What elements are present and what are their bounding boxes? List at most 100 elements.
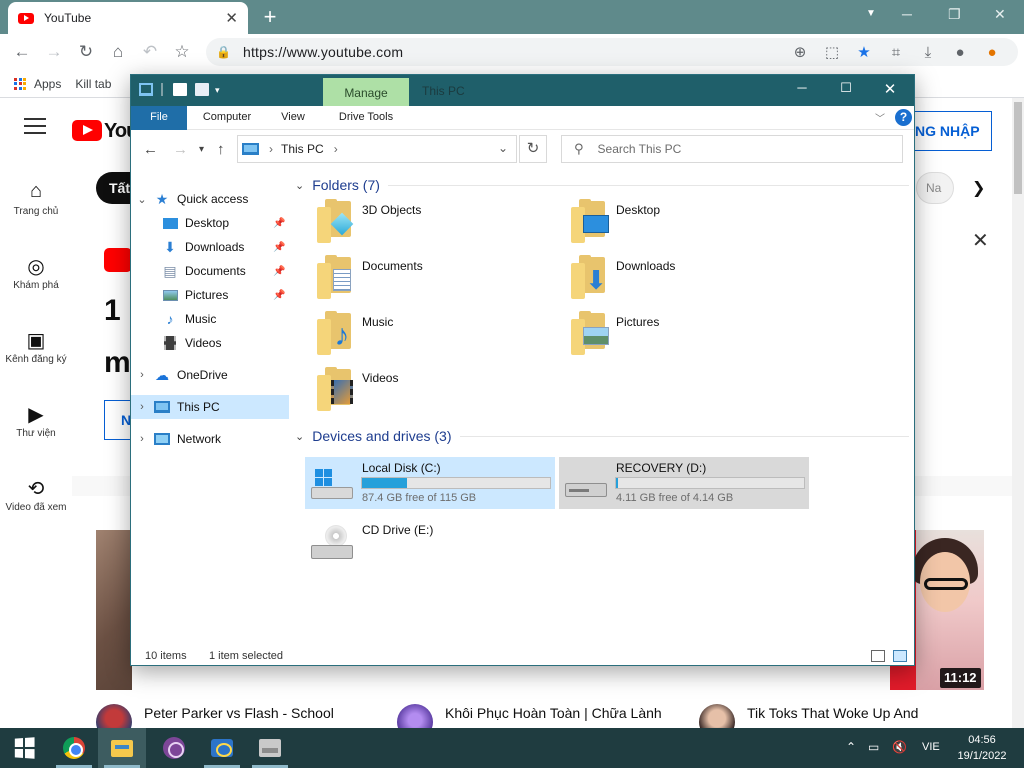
update-alert-icon[interactable]: ● — [976, 44, 1008, 61]
drive-e[interactable]: CD Drive (E:) — [305, 519, 555, 571]
apps-grid-icon[interactable] — [14, 77, 26, 90]
ribbon-tab-drive-tools[interactable]: Drive Tools — [323, 106, 409, 130]
nav-downloads[interactable]: ⬇ Downloads 📌 — [131, 235, 289, 259]
explorer-minimize-icon[interactable]: ─ — [779, 80, 825, 95]
folder-pictures[interactable]: Pictures — [559, 311, 799, 361]
page-scrollbar[interactable] — [1012, 98, 1024, 728]
show-hidden-icons-icon[interactable]: ⌃ — [846, 740, 856, 754]
pin-icon[interactable]: 📌 — [273, 242, 285, 253]
lock-icon[interactable]: 🔒 — [216, 45, 231, 59]
collapse-chevron-icon[interactable]: ⌄ — [295, 179, 304, 192]
nav-subscriptions[interactable]: ▣ Kênh đăng ký — [0, 328, 72, 365]
up-icon[interactable]: ↑ — [217, 141, 225, 158]
folder-3d-objects[interactable]: 3D Objects — [305, 199, 545, 249]
promo-close-icon[interactable]: ✕ — [972, 228, 989, 253]
back-icon[interactable]: ← — [6, 36, 38, 68]
folder-desktop[interactable]: Desktop — [559, 199, 799, 249]
tab-youtube[interactable]: YouTube ✕ — [8, 2, 248, 34]
refresh-icon[interactable]: ↻ — [519, 135, 547, 163]
nav-library[interactable]: ▶ Thư viện — [0, 402, 72, 439]
home-icon[interactable]: ⌂ — [102, 36, 134, 68]
scrollbar-thumb[interactable] — [1014, 102, 1022, 194]
clock[interactable]: 04:56 19/1/2022 — [952, 732, 1012, 764]
ribbon-tab-view[interactable]: View — [271, 106, 315, 130]
youtube-logo-icon[interactable] — [72, 120, 102, 141]
nav-this-pc[interactable]: › This PC — [131, 395, 289, 419]
hamburger-menu-icon[interactable] — [24, 118, 46, 139]
explorer-close-icon[interactable]: ✕ — [867, 80, 913, 98]
minimize-icon[interactable]: ─ — [902, 6, 912, 22]
search-input[interactable]: ⚲ Search This PC — [561, 135, 903, 163]
video-thumbnail-1[interactable] — [96, 530, 132, 690]
signin-button[interactable]: NG NHẬP — [908, 111, 992, 151]
ribbon-tab-computer[interactable]: Computer — [195, 106, 259, 130]
pin-icon[interactable]: 📌 — [273, 290, 285, 301]
folder-music[interactable]: ♪ Music — [305, 311, 545, 361]
video-title-1[interactable]: Peter Parker vs Flash - School — [144, 704, 334, 722]
group-folders-header[interactable]: ⌄ Folders (7) — [295, 177, 909, 193]
group-devices-header[interactable]: ⌄ Devices and drives (3) — [295, 428, 909, 444]
restore-icon[interactable]: ❐ — [948, 6, 961, 23]
customize-quick-access-icon[interactable]: ▾ — [215, 85, 229, 98]
start-button[interactable] — [0, 728, 48, 768]
undo-icon[interactable]: ↶ — [134, 36, 166, 68]
address-bar[interactable]: › This PC › ⌄ — [237, 135, 517, 163]
bookmark-star-icon[interactable]: ☆ — [166, 36, 198, 68]
channel-avatar[interactable] — [96, 704, 132, 728]
channel-avatar[interactable] — [699, 704, 735, 728]
chevron-right-icon[interactable]: ❯ — [972, 178, 985, 198]
tab-search-icon[interactable]: ▼ — [866, 8, 876, 19]
expand-chevron-icon[interactable]: › — [131, 401, 153, 413]
nav-explore[interactable]: ◎ Khám phá — [0, 254, 72, 291]
large-icons-view-icon[interactable] — [893, 650, 907, 662]
network-icon[interactable]: ▭ — [868, 740, 879, 754]
breadcrumb-arrow[interactable]: › — [269, 142, 273, 156]
back-icon[interactable]: ← — [143, 141, 158, 158]
crop-icon[interactable]: ⌗ — [880, 44, 912, 61]
taskbar-device-app[interactable] — [246, 728, 294, 768]
expand-chevron-icon[interactable]: › — [131, 433, 153, 445]
add-icon[interactable]: ⊕ — [784, 43, 816, 61]
pin-icon[interactable]: 📌 — [273, 266, 285, 277]
folder-videos[interactable]: Videos — [305, 367, 545, 417]
nav-network[interactable]: › Network — [131, 427, 289, 451]
recent-locations-icon[interactable]: ▾ — [199, 144, 204, 155]
download-icon[interactable]: ⤓ — [912, 44, 944, 61]
new-folder-icon[interactable] — [195, 83, 209, 96]
folder-documents[interactable]: Documents — [305, 255, 545, 305]
taskbar-chrome[interactable] — [50, 728, 98, 768]
video-title-3[interactable]: Tik Toks That Woke Up And — [747, 704, 918, 722]
profile-icon[interactable]: ● — [944, 44, 976, 61]
ribbon-tab-manage[interactable]: Manage — [323, 78, 409, 106]
nav-pictures[interactable]: Pictures 📌 — [131, 283, 289, 307]
url-text[interactable]: https://www.youtube.com — [243, 44, 784, 60]
translate-icon[interactable]: ⬚ — [816, 43, 848, 61]
channel-avatar[interactable] — [397, 704, 433, 728]
nav-history[interactable]: ⟲ Video đã xem — [0, 476, 72, 513]
new-tab-button[interactable]: + — [258, 4, 282, 30]
nav-documents[interactable]: ▤ Documents 📌 — [131, 259, 289, 283]
bookmark-kill-tab[interactable]: Kill tab — [75, 77, 111, 91]
nav-music[interactable]: ♪ Music — [131, 307, 289, 331]
pin-icon[interactable]: 📌 — [273, 218, 285, 229]
bookmarked-star-icon[interactable]: ★ — [848, 43, 880, 61]
nav-videos[interactable]: Videos — [131, 331, 289, 355]
breadcrumb-this-pc[interactable]: This PC — [281, 142, 324, 156]
volume-muted-icon[interactable]: 🔇 — [892, 740, 907, 754]
nav-desktop[interactable]: Desktop 📌 — [131, 211, 289, 235]
properties-icon[interactable] — [173, 83, 187, 96]
bookmark-apps[interactable]: Apps — [34, 77, 61, 91]
drive-c[interactable]: Local Disk (C:) 87.4 GB free of 115 GB — [305, 457, 555, 509]
explorer-maximize-icon[interactable]: ☐ — [823, 80, 869, 96]
drive-d[interactable]: RECOVERY (D:) 4.11 GB free of 4.14 GB — [559, 457, 809, 509]
nav-home[interactable]: ⌂ Trang chủ — [0, 180, 72, 217]
folder-downloads[interactable]: ⬇ Downloads — [559, 255, 799, 305]
collapse-chevron-icon[interactable]: ⌄ — [295, 430, 304, 443]
details-view-icon[interactable] — [871, 650, 885, 662]
taskbar-file-explorer[interactable] — [98, 728, 146, 768]
expand-ribbon-icon[interactable]: ﹀ — [875, 110, 885, 125]
expand-chevron-icon[interactable]: ⌄ — [131, 193, 153, 206]
chip-partial[interactable]: Na — [916, 172, 954, 204]
taskbar-remote-app[interactable] — [198, 728, 246, 768]
nav-onedrive[interactable]: › ☁ OneDrive — [131, 363, 289, 387]
